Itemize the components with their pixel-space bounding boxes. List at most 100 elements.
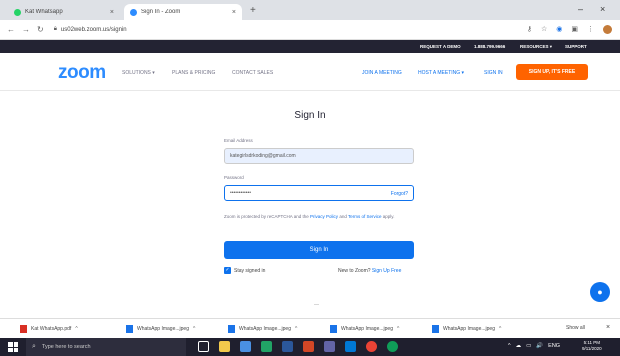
- nav-solutions[interactable]: SOLUTIONS ▾: [122, 70, 155, 76]
- image-file-icon: [126, 325, 133, 333]
- resources-menu[interactable]: RESOURCES ▾: [520, 44, 552, 50]
- windows-taskbar: ⌕ Type here to search ^ ☁ ▭ 🔊 ENG 5:11 P…: [0, 338, 620, 356]
- mail-icon[interactable]: [240, 341, 251, 352]
- show-all-downloads[interactable]: Show all: [566, 325, 585, 331]
- download-item[interactable]: WhatsApp Image...jpeg ^: [126, 324, 195, 334]
- download-filename: Kat WhatsApp.pdf: [31, 326, 72, 332]
- download-item[interactable]: WhatsApp Image...jpeg ^: [228, 324, 297, 334]
- browser-tab-whatsapp[interactable]: Kat Whatsapp ×: [8, 4, 120, 20]
- teams-icon[interactable]: [324, 341, 335, 352]
- new-to-zoom: New to Zoom? Sign Up Free: [338, 268, 401, 274]
- task-view-icon[interactable]: [198, 341, 209, 352]
- windows-start-icon[interactable]: [8, 342, 18, 352]
- zoom-logo[interactable]: zoom: [58, 62, 106, 84]
- nav-plans-pricing[interactable]: PLANS & PRICING: [172, 70, 215, 76]
- new-tab-button[interactable]: +: [250, 5, 256, 16]
- search-placeholder: Type here to search: [41, 344, 91, 350]
- download-item[interactable]: WhatsApp Image...jpeg ^: [330, 324, 399, 334]
- stay-signed-in[interactable]: ✓ Stay signed in: [224, 267, 265, 274]
- nav-host-meeting[interactable]: HOST A MEETING ▾: [418, 70, 464, 76]
- key-icon[interactable]: ⚷: [527, 25, 532, 34]
- download-item[interactable]: Kat WhatsApp.pdf ^: [20, 324, 78, 334]
- checkbox-checked-icon[interactable]: ✓: [224, 267, 231, 274]
- chat-bubble-icon[interactable]: ●: [590, 282, 610, 302]
- close-downloads-icon[interactable]: ×: [606, 324, 610, 331]
- download-filename: WhatsApp Image...jpeg: [341, 326, 393, 332]
- excel-icon[interactable]: [261, 341, 272, 352]
- nav-sign-in[interactable]: SIGN IN: [484, 70, 503, 76]
- system-tray: ^ ☁ ▭ 🔊 ENG: [508, 343, 560, 349]
- taskbar-apps: [198, 341, 398, 352]
- window-minimize-button[interactable]: –: [578, 4, 583, 14]
- request-demo-link[interactable]: REQUEST A DEMO: [420, 44, 461, 49]
- taskbar-clock[interactable]: 5:11 PM 9/11/2020: [582, 340, 602, 352]
- tab-label: Sign In - Zoom: [141, 9, 181, 15]
- extensions-puzzle-icon[interactable]: ▣: [571, 25, 578, 34]
- browser-tab-bar: Kat Whatsapp × Sign In - Zoom × + – ×: [0, 0, 620, 20]
- legal-prefix: Zoom is protected by reCAPTCHA and the: [224, 214, 311, 219]
- email-field[interactable]: kategirlsdrkoding@gmail.com: [224, 148, 414, 164]
- support-link[interactable]: SUPPORT: [565, 44, 587, 49]
- word-icon[interactable]: [282, 341, 293, 352]
- star-icon[interactable]: ☆: [541, 25, 547, 34]
- password-field[interactable]: •••••••••••• Forgot?: [224, 185, 414, 201]
- pdf-file-icon: [20, 325, 27, 333]
- new-to-zoom-text: New to Zoom?: [338, 268, 372, 274]
- download-item[interactable]: WhatsApp Image...jpeg ^: [432, 324, 501, 334]
- window-close-button[interactable]: ×: [600, 4, 605, 14]
- terms-of-service-link[interactable]: Terms of Service: [348, 214, 382, 219]
- password-label: Password: [224, 175, 244, 180]
- chevron-up-icon[interactable]: ^: [508, 343, 511, 349]
- privacy-policy-link[interactable]: Privacy Policy: [310, 214, 338, 219]
- chrome-icon[interactable]: [366, 341, 377, 352]
- signin-button[interactable]: Sign In: [224, 241, 414, 259]
- chevron-up-icon[interactable]: ^: [499, 326, 501, 332]
- tab-close-icon[interactable]: ×: [232, 9, 236, 16]
- image-file-icon: [330, 325, 337, 333]
- browser-toolbar-icons: ⚷ ☆ ◉ ▣ ⋮: [527, 25, 612, 34]
- lock-icon: 🔒︎: [53, 26, 57, 32]
- chevron-up-icon[interactable]: ^: [295, 326, 297, 332]
- chevron-up-icon[interactable]: ^: [193, 326, 195, 332]
- cloud-icon[interactable]: ☁: [516, 343, 522, 349]
- download-filename: WhatsApp Image...jpeg: [239, 326, 291, 332]
- phone-number[interactable]: 1.888.799.9666: [474, 44, 505, 49]
- volume-icon[interactable]: 🔊: [536, 343, 543, 349]
- language-indicator[interactable]: ENG: [548, 343, 560, 349]
- chevron-up-icon[interactable]: ^: [75, 326, 77, 332]
- zoom-top-strip: REQUEST A DEMO 1.888.799.9666 RESOURCES …: [0, 40, 620, 53]
- forward-icon[interactable]: →: [22, 25, 30, 34]
- legal-and: and: [338, 214, 348, 219]
- signup-free-link[interactable]: Sign Up Free: [372, 268, 401, 274]
- outlook-icon[interactable]: [345, 341, 356, 352]
- taskbar-search[interactable]: ⌕ Type here to search: [26, 338, 186, 356]
- nav-contact-sales[interactable]: CONTACT SALES: [232, 70, 273, 76]
- reload-icon[interactable]: ↻: [37, 25, 44, 34]
- email-label: Email Address: [224, 138, 253, 143]
- powerpoint-icon[interactable]: [303, 341, 314, 352]
- profile-avatar[interactable]: [603, 25, 612, 34]
- extension-icon[interactable]: ◉: [556, 25, 562, 34]
- address-bar-row: ← → ↻ 🔒︎ us02web.zoom.us/signin ⚷ ☆ ◉ ▣ …: [0, 20, 620, 40]
- battery-icon[interactable]: ▭: [526, 343, 531, 349]
- forgot-password-link[interactable]: Forgot?: [391, 191, 408, 197]
- menu-icon[interactable]: ⋮: [587, 25, 594, 34]
- tab-label: Kat Whatsapp: [25, 9, 63, 15]
- whatsapp-favicon-icon: [14, 8, 21, 16]
- image-file-icon: [432, 325, 439, 333]
- legal-suffix: apply.: [381, 214, 395, 219]
- tab-close-icon[interactable]: ×: [110, 9, 114, 16]
- edge-icon[interactable]: [387, 341, 398, 352]
- file-explorer-icon[interactable]: [219, 341, 230, 352]
- browser-tab-zoom[interactable]: Sign In - Zoom ×: [124, 4, 242, 20]
- signin-main: Sign In Email Address kategirlsdrkoding@…: [0, 92, 620, 318]
- signup-free-button[interactable]: SIGN UP, IT'S FREE: [516, 64, 588, 80]
- divider: —: [314, 302, 319, 308]
- recaptcha-notice: Zoom is protected by reCAPTCHA and the P…: [224, 213, 414, 220]
- chevron-up-icon[interactable]: ^: [397, 326, 399, 332]
- email-value: kategirlsdrkoding@gmail.com: [230, 153, 296, 159]
- url-field[interactable]: 🔒︎ us02web.zoom.us/signin: [54, 26, 127, 33]
- back-icon[interactable]: ←: [7, 25, 15, 34]
- zoom-favicon-icon: [130, 8, 137, 16]
- nav-join-meeting[interactable]: JOIN A MEETING: [362, 70, 402, 76]
